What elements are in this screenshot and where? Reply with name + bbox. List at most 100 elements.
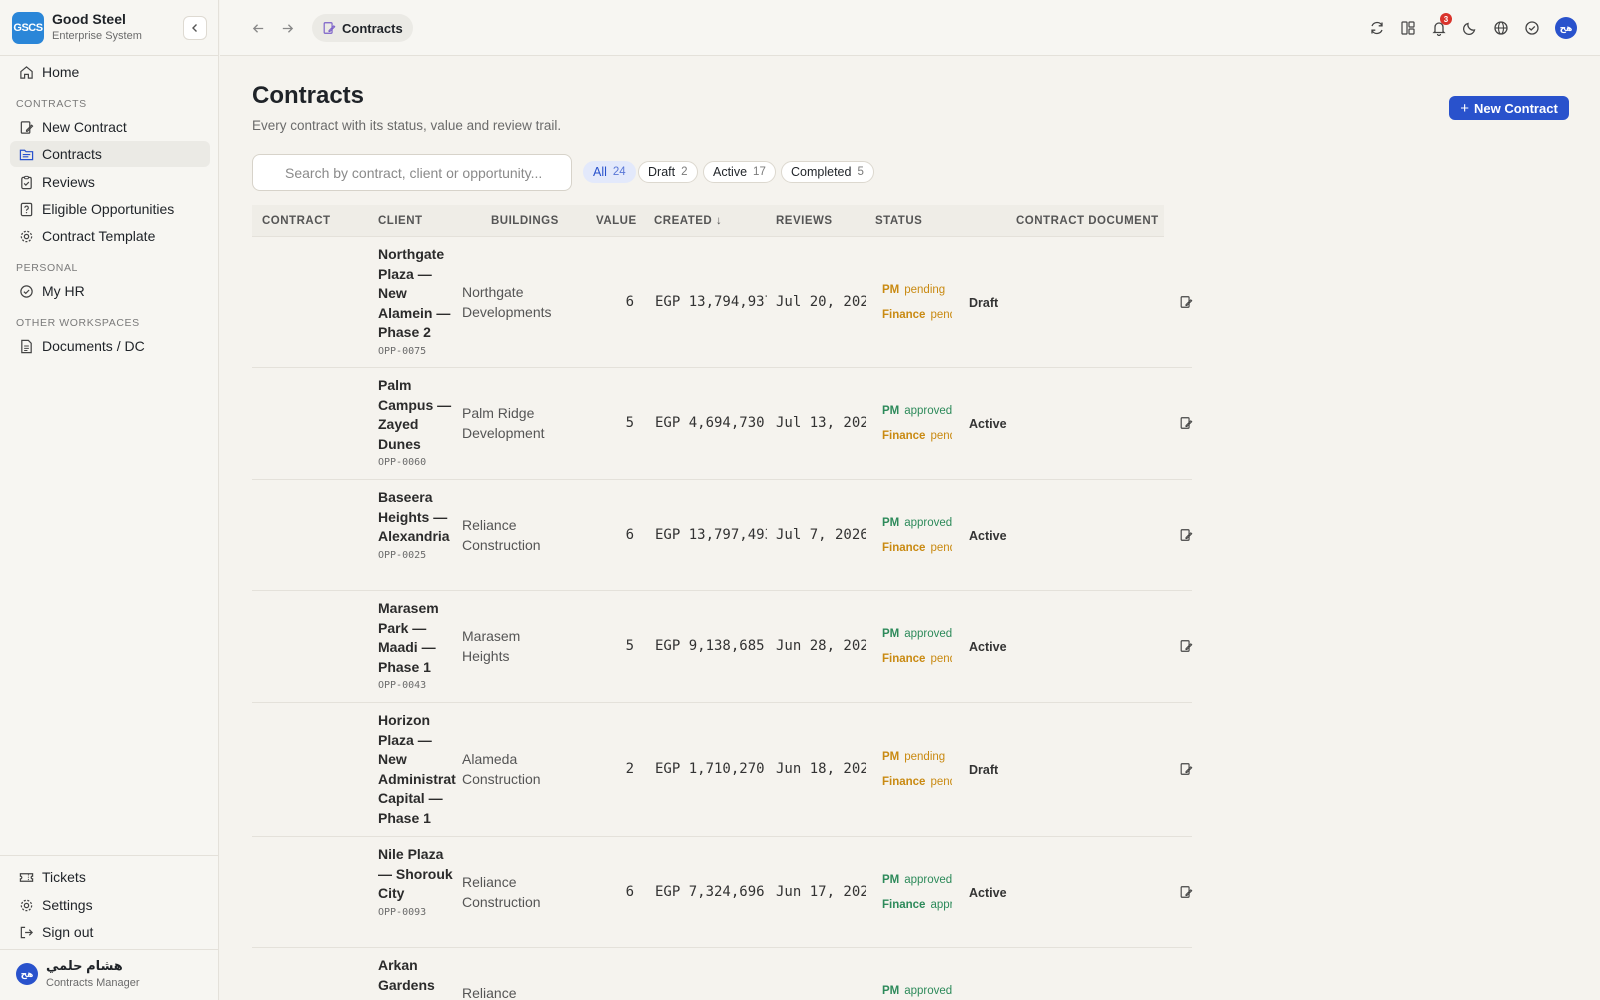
table-row[interactable]: Nile Plaza — Shorouk City OPP-0093 Relian… bbox=[252, 837, 1194, 948]
sidebar-item-contracts[interactable]: Contracts bbox=[10, 141, 210, 167]
globe-icon bbox=[1494, 21, 1508, 35]
filter-active[interactable]: Active 17 bbox=[703, 161, 776, 183]
sidebar-item-label: Tickets bbox=[42, 869, 86, 885]
filter-label: All bbox=[593, 165, 607, 179]
arrow-down-icon: ↓ bbox=[715, 215, 723, 227]
client-name: Reliance Construction bbox=[462, 874, 541, 910]
client-name: Marasem Heights bbox=[462, 628, 521, 664]
forward-button[interactable] bbox=[277, 18, 297, 38]
filter-draft[interactable]: Draft 2 bbox=[638, 161, 698, 183]
sidebar-item-documents[interactable]: Documents / DC bbox=[10, 333, 210, 359]
contract-title: Baseera Heights — Alexandria bbox=[378, 489, 450, 544]
client-name: Northgate Developments bbox=[462, 284, 552, 320]
sidebar-item-eligible-opportunities[interactable]: Eligible Opportunities bbox=[10, 196, 210, 222]
new-contract-button[interactable]: + New Contract bbox=[1449, 96, 1569, 120]
column-client[interactable]: CLIENT bbox=[378, 215, 423, 227]
sidebar-item-tickets[interactable]: Tickets bbox=[10, 864, 210, 890]
user-name: هشام حلمي bbox=[46, 958, 123, 973]
section-personal: PERSONAL bbox=[16, 262, 78, 274]
contract-document-button[interactable] bbox=[1178, 638, 1194, 654]
sidebar-item-label: Home bbox=[42, 64, 80, 80]
collapse-sidebar-button[interactable] bbox=[183, 16, 207, 40]
user-avatar[interactable]: هح bbox=[16, 963, 38, 985]
review-finance-status: approved bbox=[930, 899, 952, 911]
filter-count: 17 bbox=[753, 166, 766, 178]
contract-document-button[interactable] bbox=[1178, 415, 1194, 431]
user-role: Contracts Manager bbox=[46, 977, 140, 989]
column-document[interactable]: CONTRACT DOCUMENT bbox=[1016, 215, 1159, 227]
table-row[interactable]: Northgate Plaza — New Alamein — Phase 2 O… bbox=[252, 237, 1194, 368]
filter-all[interactable]: All 24 bbox=[583, 161, 636, 183]
created-date: Jul 20, 2026 bbox=[776, 294, 866, 310]
table-row[interactable]: Horizon Plaza — New Administrat Capital … bbox=[252, 703, 1194, 837]
column-status[interactable]: STATUS bbox=[875, 215, 922, 227]
contract-name: Northgate Plaza — New Alamein — Phase 2 O… bbox=[378, 245, 456, 359]
review-pm-status: approved bbox=[904, 874, 952, 886]
column-contract[interactable]: CONTRACT bbox=[262, 215, 331, 227]
edit-document-icon bbox=[1180, 640, 1193, 652]
sidebar-item-label: Reviews bbox=[42, 174, 95, 190]
sidebar-item-home[interactable]: Home bbox=[10, 59, 210, 85]
status-badge: Draft bbox=[969, 296, 999, 310]
sidebar-item-contract-template[interactable]: Contract Template bbox=[10, 223, 210, 249]
notifications-button[interactable]: 3 bbox=[1429, 13, 1452, 38]
review-pm-status: pending bbox=[904, 284, 946, 296]
review-trail: PM pending Finance pending bbox=[882, 745, 952, 795]
sidebar-item-new-contract[interactable]: New Contract bbox=[10, 114, 210, 140]
review-pm-label: PM bbox=[882, 751, 900, 763]
sidebar-item-label: Documents / DC bbox=[42, 338, 145, 354]
refresh-button[interactable] bbox=[1367, 18, 1387, 38]
filter-label: Active bbox=[713, 165, 748, 179]
brand-logo: GSCS bbox=[12, 12, 44, 44]
contract-document-button[interactable] bbox=[1178, 527, 1194, 543]
table-row[interactable]: Baseera Heights — Alexandria OPP-0025 Rel… bbox=[252, 480, 1194, 591]
theme-toggle-button[interactable] bbox=[1460, 18, 1480, 38]
review-finance-status: pending bbox=[930, 309, 952, 321]
language-button[interactable] bbox=[1491, 18, 1511, 38]
filter-count: 5 bbox=[857, 166, 864, 178]
section-other-workspaces: OTHER WORKSPACES bbox=[16, 317, 140, 329]
sidebar-item-label: Contract Template bbox=[42, 228, 156, 244]
breadcrumb[interactable]: Contracts bbox=[312, 14, 413, 42]
buildings-count: 6 bbox=[625, 294, 634, 310]
section-contracts: CONTRACTS bbox=[16, 98, 87, 110]
brand-subtitle: Enterprise System bbox=[52, 30, 142, 42]
divider bbox=[0, 949, 219, 950]
contract-name: Nile Plaza — Shorouk City OPP-0093 bbox=[378, 845, 456, 920]
review-finance-label: Finance bbox=[882, 899, 926, 911]
contract-document-button[interactable] bbox=[1178, 884, 1194, 900]
review-finance-label: Finance bbox=[882, 309, 926, 321]
opportunity-id: OPP-0075 bbox=[378, 345, 427, 357]
table-row[interactable]: Arkan Gardens Reliance PM approved bbox=[252, 948, 1192, 1000]
table-row[interactable]: Marasem Park — Maadi — Phase 1 OPP-0043 M… bbox=[252, 591, 1194, 703]
status-badge: Active bbox=[969, 417, 1007, 431]
edit-document-icon bbox=[1180, 886, 1193, 898]
profile-avatar[interactable]: هح bbox=[1555, 17, 1577, 39]
brand-header: GSCS Good Steel Enterprise System bbox=[0, 0, 219, 56]
apps-button[interactable] bbox=[1398, 18, 1418, 38]
sidebar-item-label: Contracts bbox=[42, 146, 102, 162]
column-value[interactable]: VALUE bbox=[596, 215, 637, 227]
column-reviews[interactable]: REVIEWS bbox=[776, 215, 833, 227]
table-row[interactable]: Palm Campus — Zayed Dunes OPP-0060 Palm R… bbox=[252, 368, 1194, 480]
back-button[interactable] bbox=[248, 18, 268, 38]
sidebar-item-settings[interactable]: Settings bbox=[10, 892, 210, 918]
contract-value: EGP 13,794,937 bbox=[655, 294, 767, 310]
search-input[interactable] bbox=[252, 154, 572, 191]
edit-document-icon bbox=[1180, 417, 1193, 429]
home-icon bbox=[18, 64, 34, 80]
sidebar-item-my-hr[interactable]: My HR bbox=[10, 278, 210, 304]
sidebar-item-sign-out[interactable]: Sign out bbox=[10, 919, 210, 945]
column-created[interactable]: CREATED ↓ bbox=[654, 215, 722, 227]
filter-completed[interactable]: Completed 5 bbox=[781, 161, 874, 183]
column-buildings[interactable]: BUILDINGS bbox=[491, 215, 559, 227]
arrow-right-icon bbox=[282, 23, 293, 33]
apps-icon bbox=[1401, 21, 1415, 35]
review-finance-label: Finance bbox=[882, 776, 926, 788]
contract-document-button[interactable] bbox=[1178, 294, 1194, 310]
arrow-left-icon bbox=[252, 23, 263, 33]
edit-document-icon bbox=[1180, 296, 1193, 308]
sidebar-item-reviews[interactable]: Reviews bbox=[10, 169, 210, 195]
contract-document-button[interactable] bbox=[1178, 761, 1194, 777]
tasks-button[interactable] bbox=[1522, 18, 1542, 38]
